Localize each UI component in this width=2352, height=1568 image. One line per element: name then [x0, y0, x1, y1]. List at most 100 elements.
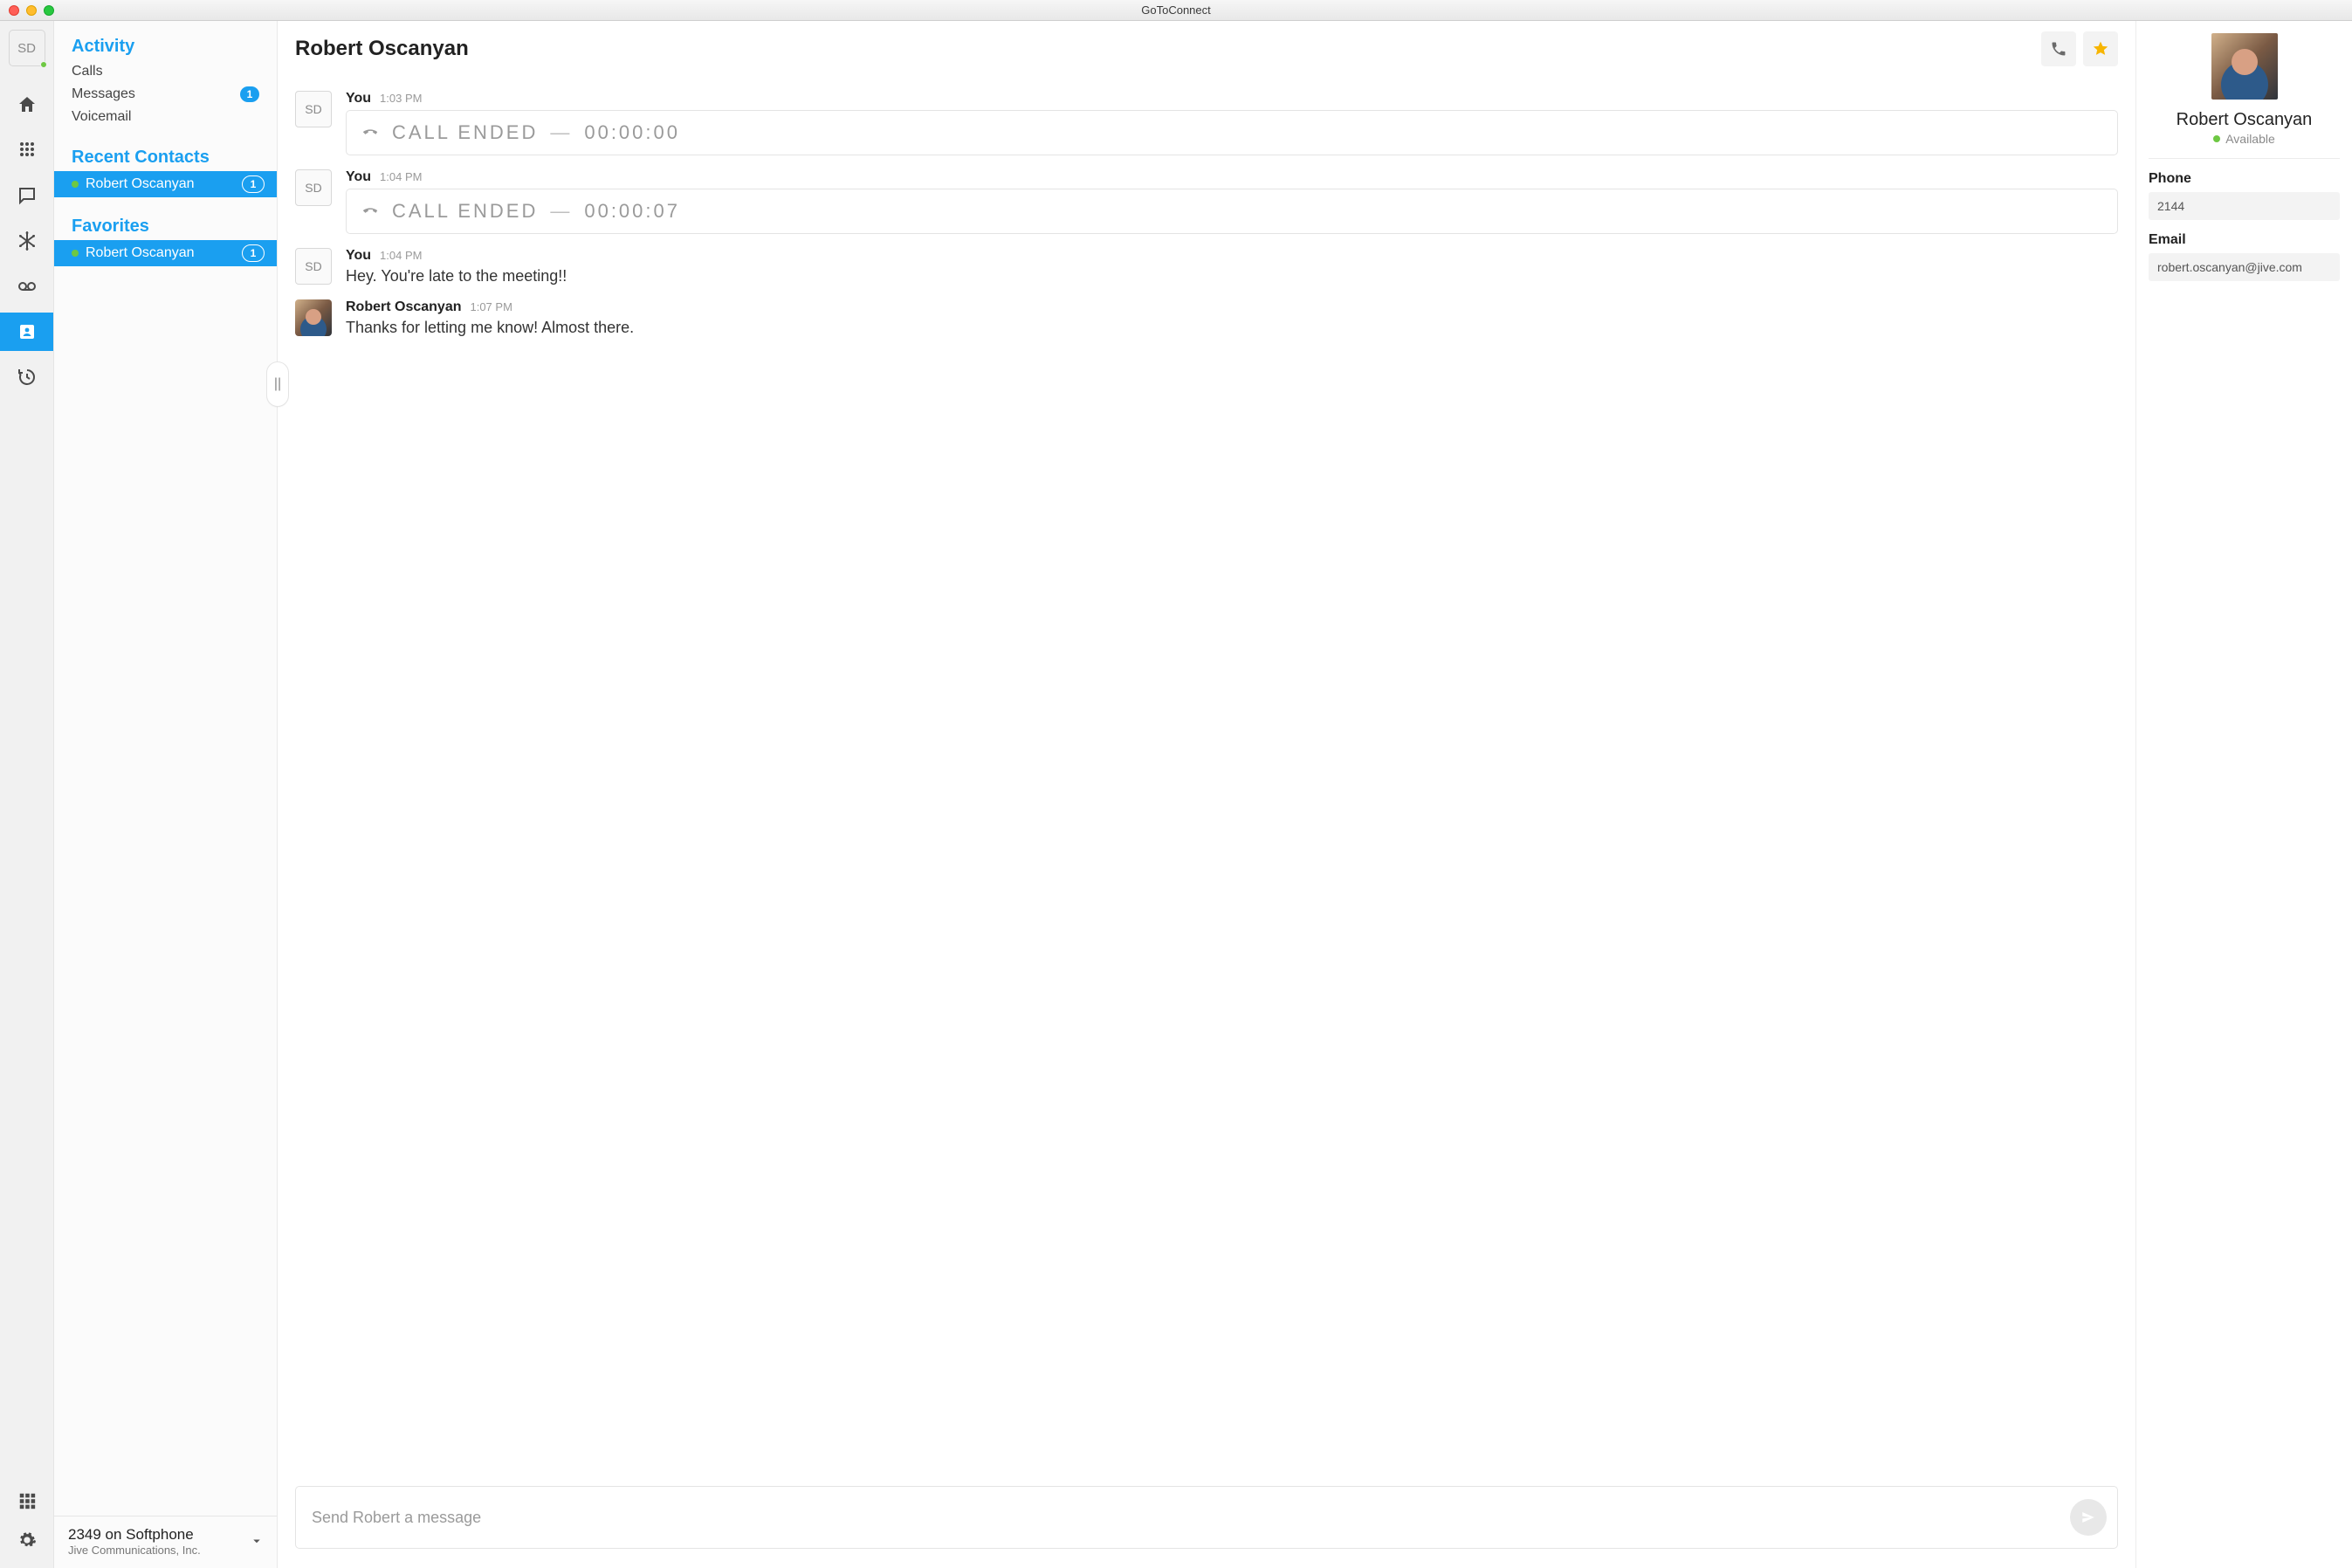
call-ended-icon: [361, 123, 380, 142]
presence-dot-icon: [2213, 135, 2220, 142]
unread-badge: 1: [242, 244, 265, 262]
unread-badge: 1: [242, 175, 265, 193]
section-recent-title[interactable]: Recent Contacts: [54, 141, 277, 171]
contact-name: Robert Oscanyan: [2149, 110, 2340, 130]
line-secondary-label: Jive Communications, Inc.: [68, 1544, 201, 1558]
presence-dot-icon: [72, 250, 79, 257]
history-icon: [17, 367, 38, 388]
presence-label: Available: [2225, 132, 2275, 146]
star-icon: [2092, 40, 2109, 58]
avatar-initials: SD: [295, 169, 332, 206]
chevron-down-icon: [249, 1533, 265, 1549]
line-selector[interactable]: 2349 on Softphone Jive Communications, I…: [54, 1516, 277, 1568]
window-titlebar: GoToConnect: [0, 0, 2352, 21]
section-favorites-title[interactable]: Favorites: [54, 210, 277, 240]
home-icon: [17, 94, 38, 115]
call-duration: 00:00:07: [584, 200, 680, 223]
message-input[interactable]: [312, 1509, 2060, 1527]
contact-card-icon: [17, 321, 38, 342]
nav-chat[interactable]: [0, 176, 53, 215]
nav-settings[interactable]: [17, 1530, 37, 1554]
message-time: 1:03 PM: [380, 92, 422, 105]
apps-grid-icon: [17, 1491, 37, 1510]
nav-voicemail[interactable]: [0, 267, 53, 306]
message-sender: You: [346, 248, 371, 264]
call-button[interactable]: [2041, 31, 2076, 66]
window-controls: [9, 5, 54, 16]
current-user-avatar[interactable]: SD: [9, 30, 45, 66]
phone-icon: [2050, 40, 2067, 58]
sidebar: Activity Calls Messages 1 Voicemail Rece…: [54, 21, 278, 1568]
email-value[interactable]: robert.oscanyan@jive.com: [2149, 253, 2340, 281]
email-label: Email: [2149, 232, 2340, 248]
message-text: Hey. You're late to the meeting!!: [346, 267, 2118, 285]
nav-meetings[interactable]: [0, 222, 53, 260]
message-time: 1:04 PM: [380, 249, 422, 262]
divider: [2149, 158, 2340, 159]
window-title: GoToConnect: [0, 3, 2352, 17]
minimize-window-button[interactable]: [26, 5, 37, 16]
phone-label: Phone: [2149, 171, 2340, 187]
message-row: SD You 1:04 PM CALL ENDED — 00:00:07: [295, 169, 2118, 234]
contact-name: Robert Oscanyan: [86, 245, 195, 261]
presence-dot-icon: [40, 61, 47, 68]
gear-icon: [17, 1530, 37, 1550]
avatar-initials: SD: [295, 91, 332, 127]
message-time: 1:04 PM: [380, 170, 422, 183]
call-ended-icon: [361, 202, 380, 221]
nav-contacts[interactable]: [0, 313, 53, 351]
presence-dot-icon: [72, 181, 79, 188]
send-icon: [2080, 1510, 2096, 1525]
avatar-initials: SD: [295, 248, 332, 285]
nav-home[interactable]: [0, 86, 53, 124]
recent-contact-row[interactable]: Robert Oscanyan 1: [54, 171, 277, 197]
message-row: Robert Oscanyan 1:07 PM Thanks for letti…: [295, 299, 2118, 337]
message-row: SD You 1:03 PM CALL ENDED — 00:00:00: [295, 91, 2118, 155]
contact-info-panel: Robert Oscanyan Available Phone 2144 Ema…: [2135, 21, 2352, 1568]
message-sender: You: [346, 169, 371, 185]
send-button[interactable]: [2070, 1499, 2107, 1536]
dialpad-icon: [17, 140, 38, 161]
call-ended-label: CALL ENDED: [392, 200, 538, 223]
voicemail-icon: [17, 276, 38, 297]
separator: —: [550, 121, 572, 144]
message-sender: Robert Oscanyan: [346, 299, 461, 315]
message-composer: [295, 1486, 2118, 1549]
sidebar-item-label: Calls: [72, 64, 103, 79]
favorite-button[interactable]: [2083, 31, 2118, 66]
collapse-icon: ||: [274, 376, 281, 392]
nav-history[interactable]: [0, 358, 53, 396]
line-primary-label: 2349 on Softphone: [68, 1525, 201, 1544]
sidebar-item-messages[interactable]: Messages 1: [54, 83, 277, 106]
message-row: SD You 1:04 PM Hey. You're late to the m…: [295, 248, 2118, 285]
favorite-contact-row[interactable]: Robert Oscanyan 1: [54, 240, 277, 266]
avatar-photo: [295, 299, 332, 336]
sidebar-item-label: Messages: [72, 86, 135, 102]
message-time: 1:07 PM: [470, 300, 512, 313]
nav-rail: SD: [0, 21, 54, 1568]
unread-badge: 1: [240, 86, 259, 102]
conversation-pane: Robert Oscanyan SD You 1:03 PM: [278, 21, 2135, 1568]
chat-icon: [17, 185, 38, 206]
message-sender: You: [346, 91, 371, 107]
contact-photo: [2211, 33, 2278, 100]
sidebar-collapse-handle[interactable]: ||: [266, 361, 289, 407]
close-window-button[interactable]: [9, 5, 19, 16]
call-ended-label: CALL ENDED: [392, 121, 538, 144]
zoom-window-button[interactable]: [44, 5, 54, 16]
call-ended-card: CALL ENDED — 00:00:00: [346, 110, 2118, 155]
sidebar-item-label: Voicemail: [72, 109, 131, 125]
call-ended-card: CALL ENDED — 00:00:07: [346, 189, 2118, 234]
current-user-initials: SD: [17, 41, 36, 56]
contact-name: Robert Oscanyan: [86, 176, 195, 192]
section-activity-title[interactable]: Activity: [54, 30, 277, 60]
sidebar-item-calls[interactable]: Calls: [54, 60, 277, 83]
conversation-title: Robert Oscanyan: [295, 37, 469, 61]
contact-presence: Available: [2149, 132, 2340, 146]
sidebar-item-voicemail[interactable]: Voicemail: [54, 106, 277, 128]
nav-dialpad[interactable]: [0, 131, 53, 169]
nav-apps[interactable]: [17, 1491, 37, 1515]
phone-value[interactable]: 2144: [2149, 192, 2340, 220]
call-duration: 00:00:00: [584, 121, 680, 144]
separator: —: [550, 200, 572, 223]
